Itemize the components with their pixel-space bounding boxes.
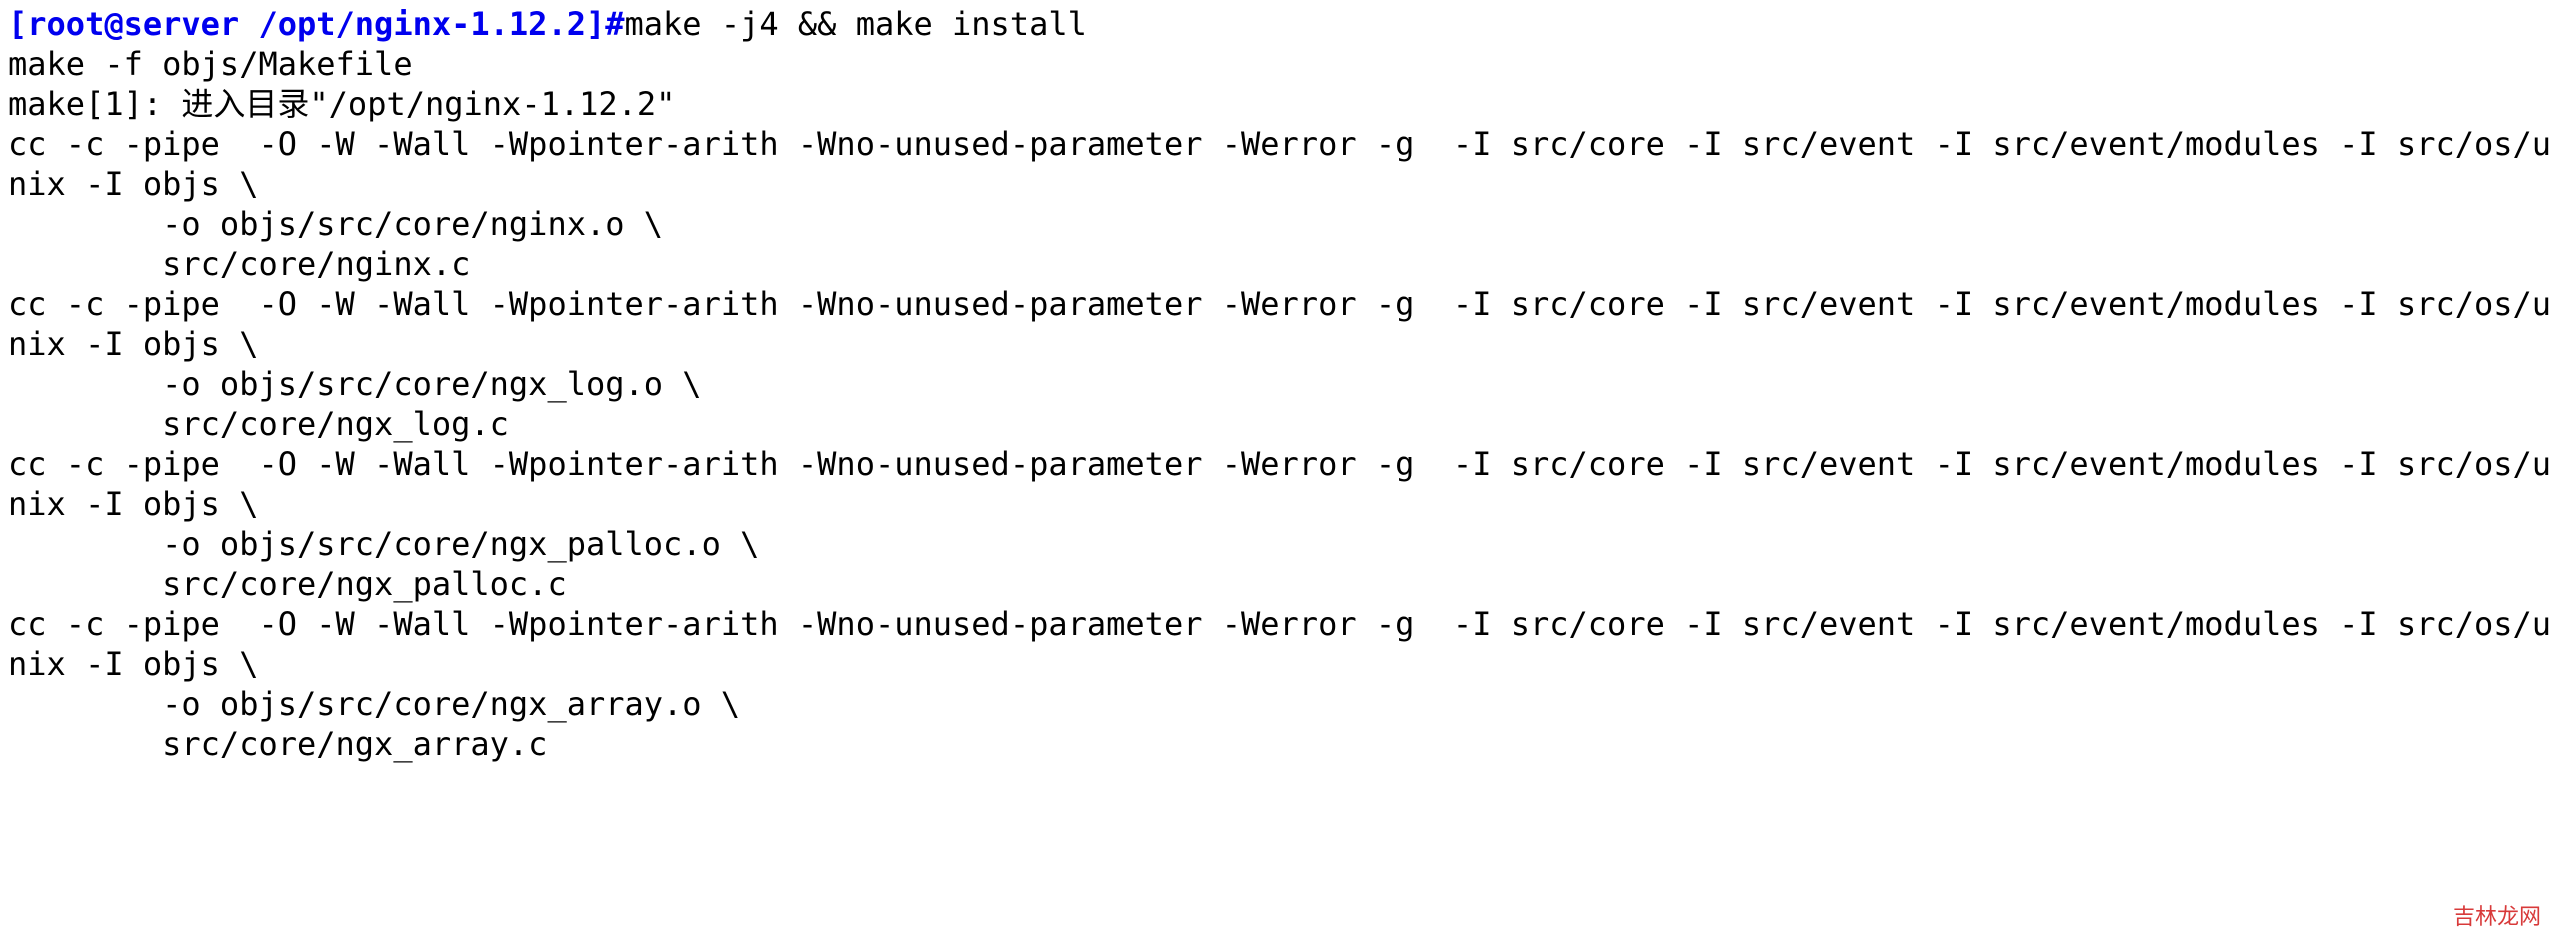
output-line: -o objs/src/core/ngx_array.o \ — [8, 685, 740, 723]
output-line: src/core/nginx.c — [8, 245, 470, 283]
output-line: cc -c -pipe -O -W -Wall -Wpointer-arith … — [8, 125, 2551, 203]
shell-prompt: [root@server /opt/nginx-1.12.2]# — [8, 5, 625, 43]
output-line: cc -c -pipe -O -W -Wall -Wpointer-arith … — [8, 285, 2551, 363]
output-line: cc -c -pipe -O -W -Wall -Wpointer-arith … — [8, 605, 2551, 683]
terminal-output[interactable]: [root@server /opt/nginx-1.12.2]#make -j4… — [0, 0, 2561, 768]
output-line: -o objs/src/core/ngx_palloc.o \ — [8, 525, 759, 563]
output-line: src/core/ngx_palloc.c — [8, 565, 567, 603]
output-line: -o objs/src/core/ngx_log.o \ — [8, 365, 702, 403]
output-line: make -f objs/Makefile — [8, 45, 413, 83]
output-line: cc -c -pipe -O -W -Wall -Wpointer-arith … — [8, 445, 2551, 523]
watermark-label: 吉林龙网 — [2453, 899, 2541, 931]
output-line: src/core/ngx_log.c — [8, 405, 509, 443]
output-line: -o objs/src/core/nginx.o \ — [8, 205, 663, 243]
output-line: make[1]: 进入目录"/opt/nginx-1.12.2" — [8, 85, 675, 123]
shell-command: make -j4 && make install — [625, 5, 1087, 43]
output-line: src/core/ngx_array.c — [8, 725, 547, 763]
